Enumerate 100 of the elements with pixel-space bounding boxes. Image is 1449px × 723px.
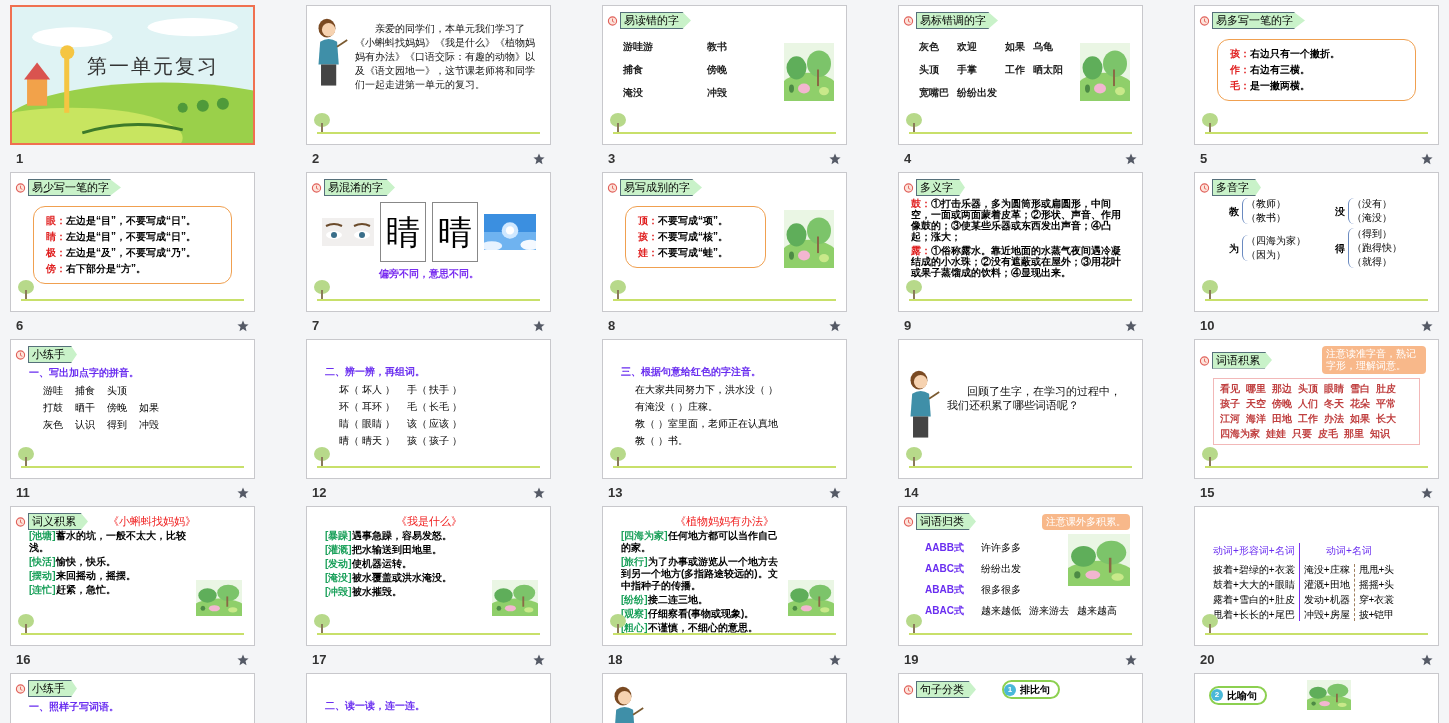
slide-thumbnail[interactable]: 动词+形容词+名词 披着+碧绿的+衣裳 鼓着+大大的+眼睛 露着+雪白的+肚皮 甩着+长长的+尾巴 动词+名词 淹没+庄稼 灌溉+田地 发动+机器 冲毁+房屋 甩甩+头 摇摇+头 穿+衣裳 披+铠甲 xyxy=(1194,506,1439,646)
section-tag: 词语积累 xyxy=(1212,351,1272,369)
alarm-clock-icon xyxy=(1199,15,1210,26)
alarm-clock-icon xyxy=(1199,182,1210,193)
exercise-prompt: 二、辨一辨，再组词。 xyxy=(325,365,426,379)
tree-icon xyxy=(1201,446,1219,466)
word-meaning: [冲毁]被水摧毁。 xyxy=(325,585,403,598)
phrase: 甩甩+头 xyxy=(1358,564,1395,576)
word-meaning: [淹没]被水覆盖或洪水淹没。 xyxy=(325,571,453,584)
exercise-item: 在大家共同努力下，洪水没（ ） xyxy=(635,384,778,396)
word: 工作 xyxy=(1005,63,1025,77)
phrase: 披+铠甲 xyxy=(1358,609,1395,621)
rule-line: 睛：左边是“目”，不要写成“日”。 xyxy=(46,231,197,243)
word: 如果 xyxy=(1005,40,1025,54)
slide-thumbnail[interactable]: 亲爱的同学们，本单元我们学习了《小蝌蚪找妈妈》《我是什么》《植物妈妈有办法》《口语交际：有趣的动物》以及《语文园地一》，这节课老师将和同学们一起走进第一单元的复习。 xyxy=(306,5,551,145)
slide-thumbnail[interactable]: 多义字 鼓：①打击乐器，多为圆筒形或扁圆形，中间空，一面或两面蒙着皮革；②形状、声音、作用像鼓的；③使某些乐器或东西发出声音；④凸起；涨大； 露：①俗称露水。靠近地面的水蒸气夜间遇冷凝结成的小水珠；②没有遮蔽或在屋外；③用花叶或果子蒸馏成的饮料；④显现出来。 xyxy=(898,172,1143,312)
slide-number: 17 xyxy=(312,650,327,669)
exercise-prompt: 一、写出加点字的拼音。 xyxy=(29,366,140,380)
slide-thumbnail[interactable]: 二、辨一辨，再组词。 坏（ 坏人 ） 手（ 扶手 ） 环（ 耳环 ） 毛（ 长毛 ） 睛（ 眼睛 ） 该（ 应该 ） 晴（ 晴天 ） 孩（ 孩子 ） xyxy=(306,339,551,479)
slide-thumbnail[interactable]: 句子分类 1 排比句 xyxy=(898,673,1143,723)
word: 办法 xyxy=(1324,413,1344,425)
example-word: 越来越低 xyxy=(981,604,1021,618)
word: 皮毛 xyxy=(1318,428,1338,440)
word: 天空 xyxy=(1246,398,1266,410)
alarm-clock-icon xyxy=(15,683,26,694)
word: 知识 xyxy=(1370,428,1390,440)
slide-thumbnail[interactable]: 2 比喻句 xyxy=(1194,673,1439,723)
section-tag: 词义积累 xyxy=(28,513,88,530)
column-heading: 动词+名词 xyxy=(1326,544,1372,558)
alarm-clock-icon xyxy=(903,15,914,26)
phrase: 灌溉+田地 xyxy=(1303,579,1350,591)
slide-thumbnail[interactable]: 《我是什么》 [暴躁]遇事急躁，容易发怒。 [灌溉]把水输送到田地里。 [发动]使机器运转。 [淹没]被水覆盖或洪水淹没。 [冲毁]被水摧毁。 xyxy=(306,506,551,646)
note-bubble: 注意课外多积累。 xyxy=(1042,513,1130,530)
slide-number: 6 xyxy=(16,316,24,335)
tree-icon xyxy=(905,279,923,299)
word: 傍晚 xyxy=(1272,398,1292,410)
word-meaning: [池塘]蓄水的坑，一般不太大，比较浅。 xyxy=(29,530,187,554)
reading-word: （因为） xyxy=(1246,249,1287,261)
rule-line: 极：左边是“及”，不要写成“乃”。 xyxy=(46,247,197,259)
word: 四海为家 xyxy=(1220,428,1260,440)
lesson-heading: 《我是什么》 xyxy=(395,514,462,529)
slide-thumbnail[interactable]: 易读错的字 游哇游 教书 捕食 傍晚 淹没 冲毁 xyxy=(602,5,847,145)
word: 娃娃 xyxy=(1266,428,1286,440)
slide-thumbnail[interactable]: 词语积累 注意读准字音，熟记字形，理解词意。 看见 哪里 那边 头顶 眼睛 雪白 肚皮 孩子 天空 傍晚 人们 冬天 花朵 平常 江河 海洋 田地 工作 办法 如果 长大 四海为家 娃娃 只要 皮毛 那里 知识 xyxy=(1194,339,1439,479)
word: 教书 xyxy=(706,40,728,54)
eyes-drawing xyxy=(321,218,374,246)
word: 傍晚 xyxy=(706,63,728,77)
word: 乌龟 xyxy=(1033,40,1054,54)
tree-icon xyxy=(905,112,923,132)
slide-thumbnail[interactable]: 易少写一笔的字 眼：左边是“目”，不要写成“日”。 睛：左边是“目”，不要写成“日”。 极：左边是“及”，不要写成“乃”。 傍：右下部分是“方”。 xyxy=(10,172,255,312)
word: 头顶 xyxy=(919,63,940,77)
slide-thumbnail[interactable]: 易多写一笔的字 孩：右边只有一个撇折。 作：右边有三横。 毛：是一撇两横。 xyxy=(1194,5,1439,145)
word: 冲毁 xyxy=(706,86,728,100)
word: 哪里 xyxy=(1246,383,1266,395)
pattern-label: ABAB式 xyxy=(925,583,965,597)
alarm-clock-icon xyxy=(311,182,322,193)
word: 长大 xyxy=(1376,413,1396,425)
slide-thumbnail[interactable]: 易写成别的字 顶：不要写成“项”。 孩：不要写成“核”。 娃：不要写成“蛙”。 xyxy=(602,172,847,312)
phrase: 发动+机器 xyxy=(1303,594,1350,606)
section-tag: 易少写一笔的字 xyxy=(28,179,121,196)
phrase: 露着+雪白的+肚皮 xyxy=(1213,594,1295,606)
slide-thumbnail[interactable]: 三、根据句意给红色的字注音。 在大家共同努力下，洪水没（ ） 有淹没（ ）庄稼。 教（ ）室里面，老师正在认真地 教（ ）书。 xyxy=(602,339,847,479)
reading-word: （就得） xyxy=(1351,256,1393,268)
slide-thumbnail[interactable]: 小练手 一、照样子写词语。 xyxy=(10,673,255,723)
alarm-clock-icon xyxy=(1199,354,1210,366)
slide-thumbnail[interactable]: 第一单元复习 xyxy=(10,5,255,145)
slide-thumbnail[interactable]: 小练手 一、写出加点字的拼音。 游哇 捕食 头顶 打鼓 晒干 傍晚 如果 灰色 认识 得到 冲毁 xyxy=(10,339,255,479)
slide-thumbnail[interactable]: 词语归类 注意课外多积累。 AABB式 许许多多 AABC式 纷纷出发 ABAB式 很多很多 ABAC式 越来越低 游来游去 越来越高 xyxy=(898,506,1143,646)
word: 肚皮 xyxy=(1376,383,1396,395)
definition: 露：①俗称露水。靠近地面的水蒸气夜间遇冷凝结成的小水珠；②没有遮蔽或在屋外；③用花叶或果子蒸馏成的饮料；④显现出来。 xyxy=(911,245,1122,278)
rule-line: 孩：右边只有一个撇折。 xyxy=(1230,48,1341,60)
exercise-item: 教（ ）书。 xyxy=(635,435,688,447)
character-grid: 睛 xyxy=(379,202,426,262)
note-bubble: 注意读准字音，熟记字形，理解词意。 xyxy=(1322,346,1426,374)
slide-title: 第一单元复习 xyxy=(86,54,219,79)
slide-thumbnail[interactable]: 二、读一读，连一连。 xyxy=(306,673,551,723)
tree-icon xyxy=(17,613,35,633)
word: 那边 xyxy=(1272,383,1292,395)
word: 江河 xyxy=(1220,413,1240,425)
exercise-prompt: 二、读一读，连一连。 xyxy=(325,699,426,713)
caption: 偏旁不同，意思不同。 xyxy=(378,267,479,281)
exercise-item: 得到 xyxy=(107,419,127,431)
exercise-item: 该（ 应该 ） xyxy=(406,418,463,430)
word: 捕食 xyxy=(623,63,644,77)
character: 为 xyxy=(1229,241,1239,256)
tree-icon xyxy=(609,279,627,299)
word-meaning: [纷纷]接二连三地。 xyxy=(621,593,709,606)
slide-thumbnail[interactable]: 词义积累 《小蝌蚪找妈妈》 [池塘]蓄水的坑，一般不太大，比较浅。 [快活]愉快，快乐。 [摆动]来回摇动，摇摆。 [连忙]赶紧，急忙。 xyxy=(10,506,255,646)
tree-icon xyxy=(609,446,627,466)
slide-number: 2 xyxy=(312,149,320,168)
section-tag: 易多写一笔的字 xyxy=(1212,12,1305,29)
slide-thumbnail[interactable]: 易标错调的字 灰色 欢迎 如果 乌龟 头顶 手掌 工作 晒太阳 宽嘴巴 纷纷出发 xyxy=(898,5,1143,145)
tree-icon xyxy=(313,613,331,633)
slide-thumbnail[interactable]: 回顾了生字，在学习的过程中，我们还积累了哪些词语呢？ xyxy=(898,339,1143,479)
word: 只要 xyxy=(1292,428,1312,440)
word: 田地 xyxy=(1272,413,1292,425)
pattern-label: AABC式 xyxy=(925,562,965,576)
example-word: 许许多多 xyxy=(981,541,1021,555)
speech-text: 亲爱的同学们，本单元我们学习了《小蝌蚪找妈妈》《我是什么》《植物妈妈有办法》《口语交际：有趣的动物》以及《语文园地一》，这节课老师将和同学们一起走进第一单元的复习。 xyxy=(355,22,536,92)
slide-thumbnail[interactable]: 易混淆的字 睛 晴 偏旁不同，意思不同。 xyxy=(306,172,551,312)
